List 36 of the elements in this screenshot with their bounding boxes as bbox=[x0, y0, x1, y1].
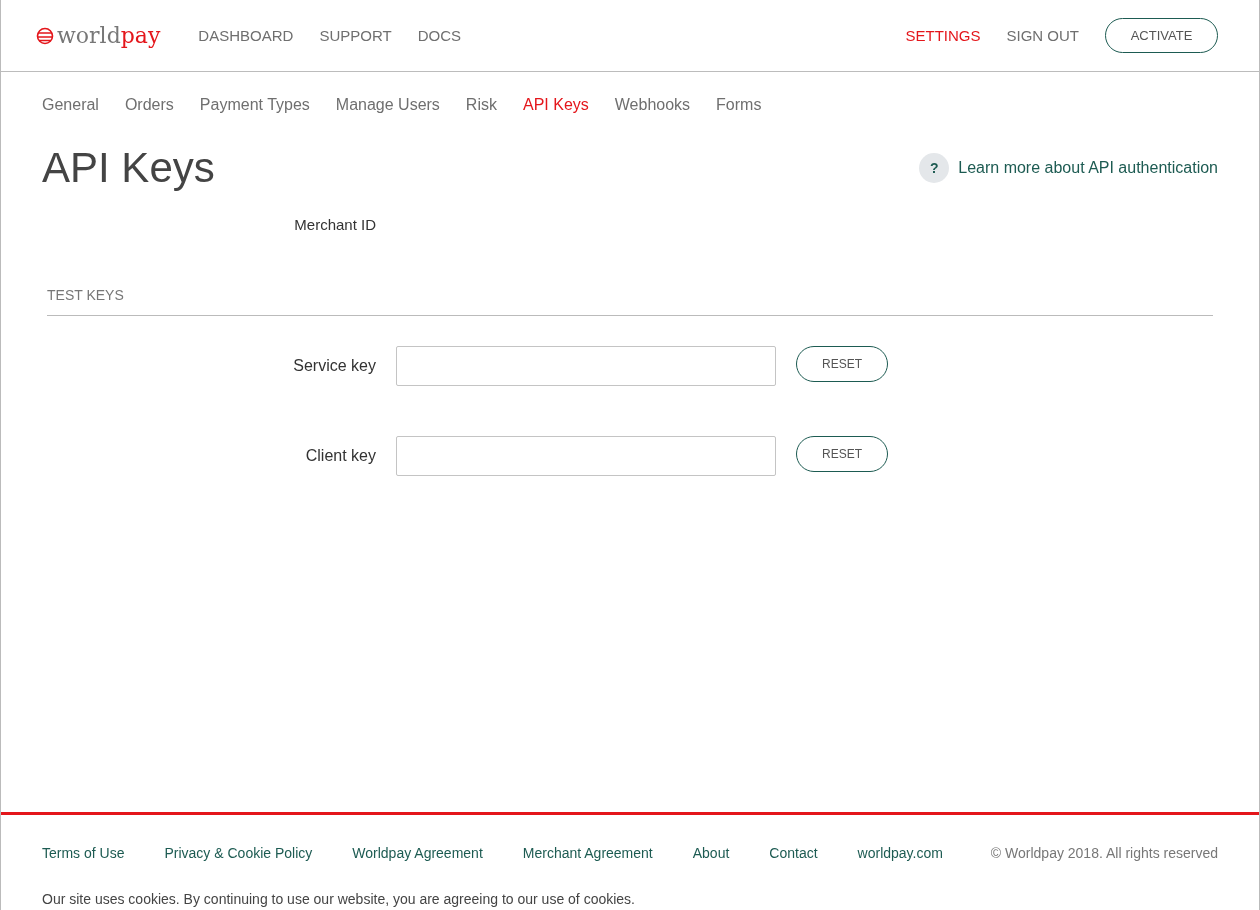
key-label: Service key bbox=[293, 357, 376, 374]
nav-link[interactable]: SIGN OUT bbox=[1006, 27, 1079, 44]
settings-tab[interactable]: Webhooks bbox=[614, 96, 691, 114]
footer-link[interactable]: Merchant Agreement bbox=[522, 845, 653, 861]
cookie-notice: Our site uses cookies. By continuing to use our website, you are agreeing to our use of cookies. bbox=[42, 891, 636, 907]
activate-button[interactable]: ACTIVATE bbox=[1105, 18, 1218, 53]
nav-link[interactable]: DASHBOARD bbox=[198, 27, 294, 44]
nav-link[interactable]: DOCS bbox=[417, 27, 461, 44]
merchant-id-label: Merchant ID bbox=[294, 216, 376, 233]
footer-link[interactable]: About bbox=[692, 845, 730, 861]
reset-button[interactable]: RESET bbox=[796, 436, 888, 472]
settings-tab[interactable]: General bbox=[42, 96, 99, 114]
reset-button[interactable]: RESET bbox=[796, 346, 888, 382]
help-icon[interactable]: ? bbox=[919, 153, 950, 183]
footer-link[interactable]: Worldpay Agreement bbox=[352, 845, 483, 861]
settings-tab[interactable]: Risk bbox=[465, 96, 497, 114]
key-input-field[interactable] bbox=[396, 346, 776, 386]
footer-link[interactable]: Privacy & Cookie Policy bbox=[164, 845, 313, 861]
footer-link[interactable]: worldpay.com bbox=[857, 845, 943, 861]
settings-tab[interactable]: Forms bbox=[716, 96, 762, 114]
page-title: API Keys bbox=[42, 144, 215, 192]
nav-link[interactable]: SETTINGS bbox=[905, 27, 981, 44]
key-label: Client key bbox=[305, 447, 376, 464]
key-input-field[interactable] bbox=[396, 436, 776, 476]
settings-tab[interactable]: API Keys bbox=[522, 96, 589, 114]
section-title: TEST KEYS bbox=[47, 287, 124, 303]
globe-icon bbox=[36, 26, 54, 45]
help-link[interactable]: Learn more about API authentication bbox=[958, 159, 1218, 177]
settings-tab[interactable]: Orders bbox=[124, 96, 174, 114]
footer-link[interactable]: Terms of Use bbox=[42, 845, 125, 861]
worldpay-logo[interactable]: worldpay bbox=[36, 23, 161, 48]
footer-link[interactable]: Contact bbox=[769, 845, 818, 861]
copyright-text: © Worldpay 2018. All rights reserved bbox=[990, 845, 1218, 861]
nav-link[interactable]: SUPPORT bbox=[319, 27, 392, 44]
settings-tab[interactable]: Payment Types bbox=[199, 96, 310, 114]
settings-tab[interactable]: Manage Users bbox=[335, 96, 440, 114]
